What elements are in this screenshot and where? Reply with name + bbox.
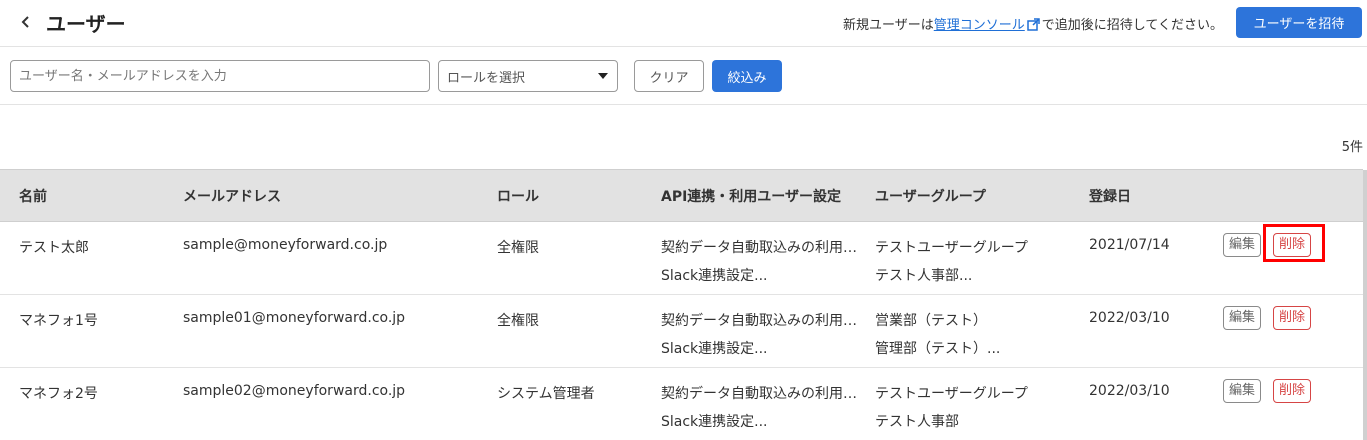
delete-button[interactable]: 削除 bbox=[1273, 233, 1312, 257]
user-group-1: テストユーザーグループ bbox=[875, 240, 1028, 256]
user-role: 全権限 bbox=[497, 240, 539, 256]
back-button[interactable] bbox=[14, 10, 38, 34]
user-name: マネフォ1号 bbox=[19, 313, 98, 329]
caret-down-icon bbox=[598, 73, 608, 79]
table-row: マネフォ1号 sample01@moneyforward.co.jp 全権限 契… bbox=[0, 295, 1363, 368]
filter-button[interactable]: 絞込み bbox=[712, 60, 782, 92]
user-email: sample01@moneyforward.co.jp bbox=[183, 310, 406, 326]
api-setting-1: 契約データ自動取込みの利用… bbox=[661, 313, 857, 329]
column-header-role[interactable]: ロール bbox=[497, 186, 539, 206]
external-link-icon[interactable] bbox=[1027, 18, 1040, 35]
edit-button[interactable]: 編集 bbox=[1223, 306, 1262, 330]
registered-date: 2022/03/10 bbox=[1089, 310, 1170, 326]
api-setting-1: 契約データ自動取込みの利用… bbox=[661, 240, 857, 256]
user-group-2: テスト人事部 bbox=[875, 414, 959, 430]
user-role: 全権限 bbox=[497, 313, 539, 329]
user-name: テスト太郎 bbox=[19, 240, 89, 256]
edit-button[interactable]: 編集 bbox=[1223, 379, 1262, 403]
api-setting-1: 契約データ自動取込みの利用… bbox=[661, 386, 857, 402]
column-header-user-group[interactable]: ユーザーグループ bbox=[875, 186, 986, 206]
registered-date: 2021/07/14 bbox=[1089, 237, 1170, 253]
admin-console-link[interactable]: 管理コンソール bbox=[934, 18, 1025, 33]
api-setting-2: Slack連携設定... bbox=[661, 268, 768, 284]
role-select[interactable]: ロールを選択 bbox=[438, 60, 618, 92]
notice-suffix: で追加後に招待してください。 bbox=[1041, 18, 1223, 33]
chevron-left-icon bbox=[21, 16, 29, 28]
api-setting-2: Slack連携設定... bbox=[661, 341, 768, 357]
page-header: ユーザー 新規ユーザーは管理コンソール で追加後に招待してください。 ユーザーを招… bbox=[0, 0, 1367, 47]
delete-button[interactable]: 削除 bbox=[1273, 306, 1312, 330]
scrollbar[interactable] bbox=[1363, 170, 1367, 440]
user-email: sample02@moneyforward.co.jp bbox=[183, 383, 406, 399]
user-group-2: テスト人事部... bbox=[875, 268, 973, 284]
page-title: ユーザー bbox=[46, 12, 126, 36]
table-header: 名前 メールアドレス ロール API連携・利用ユーザー設定 ユーザーグループ 登… bbox=[0, 169, 1363, 222]
users-table: 名前 メールアドレス ロール API連携・利用ユーザー設定 ユーザーグループ 登… bbox=[0, 169, 1363, 440]
user-role: システム管理者 bbox=[497, 386, 595, 402]
api-setting-2: Slack連携設定... bbox=[661, 414, 768, 430]
invite-notice: 新規ユーザーは管理コンソール で追加後に招待してください。 bbox=[843, 14, 1223, 35]
clear-button[interactable]: クリア bbox=[634, 60, 704, 92]
column-header-api-settings[interactable]: API連携・利用ユーザー設定 bbox=[661, 186, 841, 206]
result-count: 5件 bbox=[1341, 140, 1363, 155]
user-group-1: テストユーザーグループ bbox=[875, 386, 1028, 402]
role-select-label: ロールを選択 bbox=[447, 70, 526, 86]
invite-user-button[interactable]: ユーザーを招待 bbox=[1236, 7, 1362, 38]
filter-bar: ロールを選択 クリア 絞込み bbox=[0, 47, 1367, 105]
column-header-email[interactable]: メールアドレス bbox=[183, 186, 281, 206]
user-name: マネフォ2号 bbox=[19, 386, 98, 402]
column-header-registered-date[interactable]: 登録日 bbox=[1089, 186, 1131, 206]
registered-date: 2022/03/10 bbox=[1089, 383, 1170, 399]
user-email: sample@moneyforward.co.jp bbox=[183, 237, 388, 253]
table-row: テスト太郎 sample@moneyforward.co.jp 全権限 契約デー… bbox=[0, 222, 1363, 295]
table-row: マネフォ2号 sample02@moneyforward.co.jp システム管… bbox=[0, 368, 1363, 440]
column-header-name[interactable]: 名前 bbox=[19, 186, 47, 206]
user-group-2: 管理部（テスト）... bbox=[875, 341, 1001, 357]
edit-button[interactable]: 編集 bbox=[1223, 233, 1262, 257]
search-input[interactable] bbox=[10, 60, 430, 92]
user-group-1: 営業部（テスト） bbox=[875, 313, 987, 329]
delete-button[interactable]: 削除 bbox=[1273, 379, 1312, 403]
notice-prefix: 新規ユーザーは bbox=[843, 18, 934, 33]
